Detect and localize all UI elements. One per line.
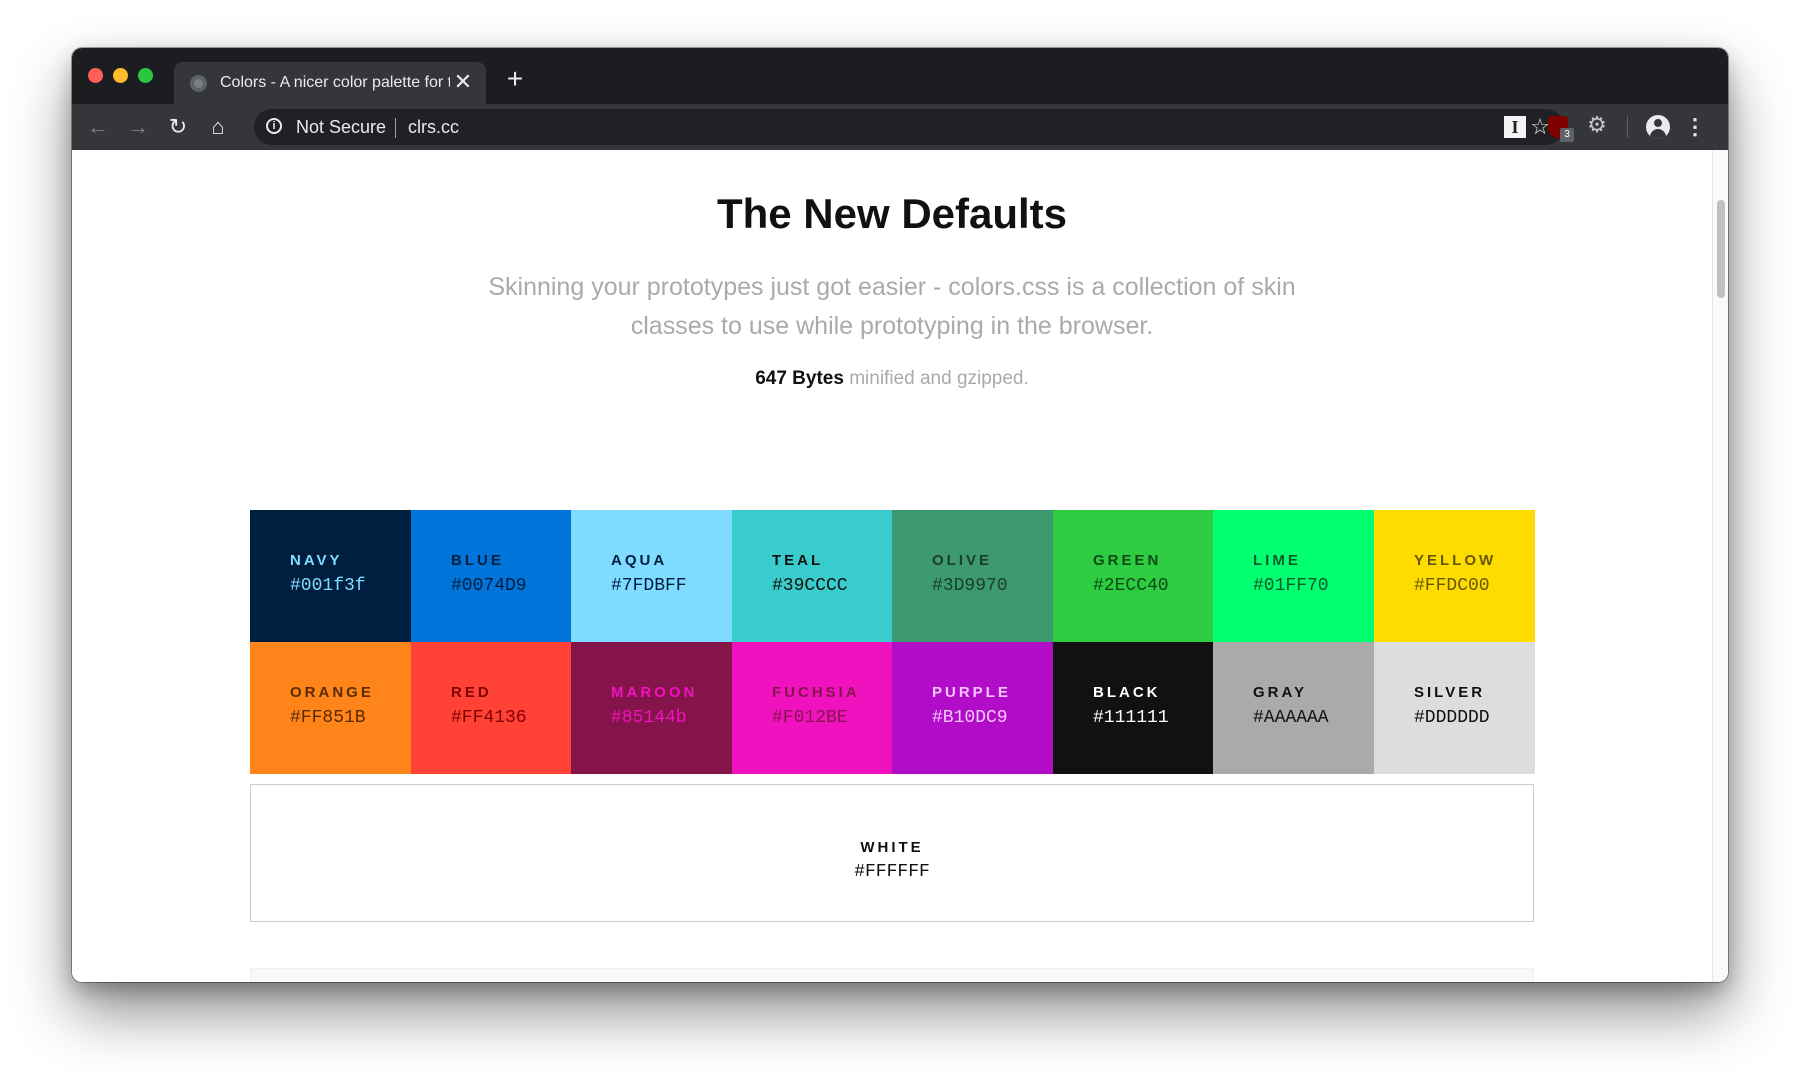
swatch-hex: #2ECC40 [1093,576,1169,596]
swatch-hex: #01FF70 [1253,576,1329,596]
swatch-orange[interactable]: ORANGE #FF851B [250,642,411,774]
address-bar[interactable]: i Not Secure clrs.cc ☆ [254,109,1564,145]
swatch-olive[interactable]: OLIVE #3D9970 [892,510,1053,642]
minimize-window-button[interactable] [113,68,128,83]
swatch-name: RED [451,684,492,701]
swatch-hex: #001f3f [290,576,366,596]
instapaper-icon[interactable]: I [1504,116,1526,138]
swatch-lime[interactable]: LIME #01FF70 [1213,510,1374,642]
browser-window: Colors - A nicer color palette for the w… [72,48,1728,982]
page-content: The New Defaults Skinning your prototype… [72,150,1712,982]
swatch-yellow[interactable]: YELLOW #FFDC00 [1374,510,1535,642]
swatch-name: YELLOW [1414,552,1497,569]
new-tab-button[interactable]: + [500,64,530,94]
color-swatches: NAVY #001f3f BLUE #0074D9 AQUA #7FDBFF TEAL #39… [250,510,1535,774]
swatch-hex: #0074D9 [451,576,527,596]
tab-title: Colors - A nicer color palette for the w… [220,74,450,91]
swatch-teal[interactable]: TEAL #39CCCC [732,510,893,642]
browser-menu-icon[interactable]: ⋮ [1684,113,1706,141]
swatch-white[interactable]: WHITE #FFFFFF [250,784,1534,922]
swatch-hex: #85144b [611,708,687,728]
swatch-purple[interactable]: PURPLE #B10DC9 [892,642,1053,774]
back-arrow-icon[interactable]: ← [84,113,112,141]
close-window-button[interactable] [88,68,103,83]
address-divider [395,118,396,138]
swatch-name: NAVY [290,552,343,569]
swatch-name: LIME [1253,552,1301,569]
scroll-thumb[interactable] [1717,200,1725,298]
swatch-hex: #FF851B [290,708,366,728]
swatch-name: TEAL [772,552,824,569]
security-status[interactable]: Not Secure [296,117,386,138]
forward-arrow-icon[interactable]: → [124,113,152,141]
swatch-green[interactable]: GREEN #2ECC40 [1053,510,1214,642]
home-icon[interactable]: ⌂ [204,113,232,141]
size-note: minified and gzipped. [843,368,1029,389]
swatch-hex: #39CCCC [772,576,848,596]
tab-close-icon[interactable]: ✕ [452,70,474,94]
gear-icon[interactable]: ⚙ [1585,114,1609,138]
scrollbar[interactable] [1712,150,1728,982]
title-bar: Colors - A nicer color palette for the w… [72,48,1728,104]
size-line: 647 Bytes minified and gzipped. [72,368,1712,390]
ublock-icon[interactable]: 3 [1548,116,1574,142]
swatch-name: PURPLE [932,684,1011,701]
swatch-name: OLIVE [932,552,993,569]
globe-icon [190,75,207,92]
swatch-navy[interactable]: NAVY #001f3f [250,510,411,642]
toolbar-divider [1627,116,1628,138]
swatch-aqua[interactable]: AQUA #7FDBFF [571,510,732,642]
swatch-hex: #AAAAAA [1253,708,1329,728]
swatch-name: FUCHSIA [772,684,860,701]
swatch-name: BLUE [451,552,504,569]
swatch-hex: #DDDDDD [1414,708,1490,728]
profile-avatar-icon[interactable] [1646,115,1670,139]
swatch-hex: #FFDC00 [1414,576,1490,596]
swatch-name: ORANGE [290,684,374,701]
swatch-hex: #7FDBFF [611,576,687,596]
swatch-hex: #111111 [1093,708,1169,728]
swatch-blue[interactable]: BLUE #0074D9 [411,510,572,642]
swatch-hex: #F012BE [772,708,848,728]
tab-colors[interactable]: Colors - A nicer color palette for the w… [174,62,486,104]
code-block [250,968,1534,982]
swatch-name: BLACK [1093,684,1161,701]
swatch-gray[interactable]: GRAY #AAAAAA [1213,642,1374,774]
swatch-maroon[interactable]: MAROON #85144b [571,642,732,774]
swatch-name: SILVER [1414,684,1486,701]
browser-toolbar: ← → ↻ ⌂ i Not Secure clrs.cc ☆ I 3 ⚙ ⋮ [72,104,1728,150]
swatch-fuchsia[interactable]: FUCHSIA #F012BE [732,642,893,774]
ublock-badge: 3 [1560,128,1574,142]
swatch-hex: #FF4136 [451,708,527,728]
swatch-black[interactable]: BLACK #111111 [1053,642,1214,774]
info-icon[interactable]: i [266,118,282,134]
zoom-window-button[interactable] [138,68,153,83]
swatch-silver[interactable]: SILVER #DDDDDD [1374,642,1535,774]
swatch-name: MAROON [611,684,698,701]
swatch-name: AQUA [611,552,668,569]
reload-icon[interactable]: ↻ [164,113,192,141]
swatch-red[interactable]: RED #FF4136 [411,642,572,774]
page-lead: Skinning your prototypes just got easier… [488,273,1296,340]
swatch-hex: #B10DC9 [932,708,1008,728]
page-title: The New Defaults [716,190,1068,237]
swatch-name: GREEN [1093,552,1162,569]
swatch-hex: #3D9970 [932,576,1008,596]
swatch-name: GRAY [1253,684,1307,701]
url-text[interactable]: clrs.cc [408,117,459,138]
swatch-name: WHITE [860,839,924,856]
swatch-hex: #FFFFFF [854,862,930,882]
size-value: 647 Bytes [755,368,844,389]
